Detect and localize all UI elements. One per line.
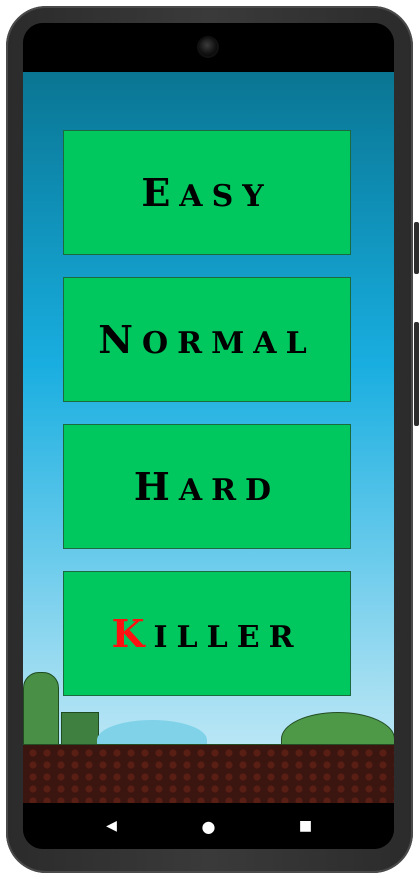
normal-label: N ORMAL xyxy=(98,317,315,362)
easy-label: E ASY xyxy=(141,170,272,215)
back-icon[interactable]: ◀ xyxy=(92,818,132,834)
normal-button[interactable]: N ORMAL xyxy=(63,277,351,402)
killer-rest: ILLER xyxy=(153,620,303,655)
pipe-left xyxy=(23,672,59,754)
killer-initial: K xyxy=(111,611,154,656)
phone-frame: E ASY N ORMAL H ARD K ILLER ◀ ● ■ xyxy=(0,0,419,879)
normal-initial: N xyxy=(98,317,143,362)
navigation-bar: ◀ ● ■ xyxy=(23,803,394,849)
home-icon[interactable]: ● xyxy=(189,817,229,836)
killer-label: K ILLER xyxy=(111,611,302,656)
ground-dirt xyxy=(23,745,394,803)
hard-rest: ARD xyxy=(178,473,281,508)
normal-rest: ORMAL xyxy=(142,326,316,361)
recents-icon[interactable]: ■ xyxy=(286,818,326,834)
hard-button[interactable]: H ARD xyxy=(63,424,351,549)
hard-label: H ARD xyxy=(134,464,280,509)
easy-initial: E xyxy=(141,170,180,215)
front-camera-icon xyxy=(199,38,217,56)
killer-button[interactable]: K ILLER xyxy=(63,571,351,696)
game-background: E ASY N ORMAL H ARD K ILLER xyxy=(23,72,394,803)
phone-screen: E ASY N ORMAL H ARD K ILLER ◀ ● ■ xyxy=(23,23,394,849)
volume-button xyxy=(414,222,419,274)
status-bar xyxy=(23,23,394,72)
power-button xyxy=(414,322,419,426)
easy-rest: ASY xyxy=(179,179,273,214)
hard-initial: H xyxy=(133,464,179,509)
easy-button[interactable]: E ASY xyxy=(63,130,351,255)
